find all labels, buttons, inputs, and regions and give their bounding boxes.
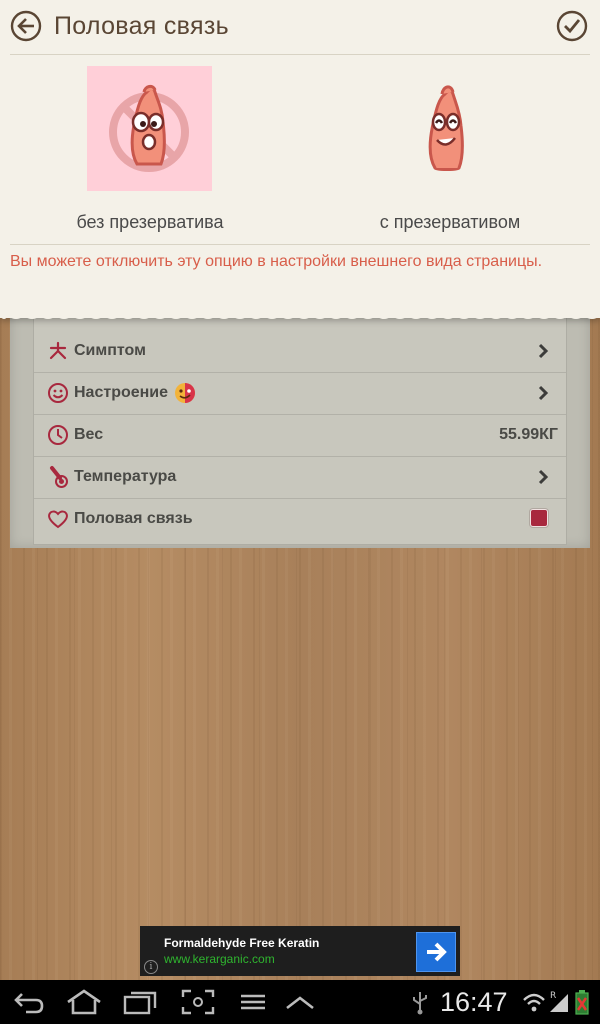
list-item-temperature[interactable]: Температура xyxy=(34,456,566,499)
system-bar: 16:47 R xyxy=(0,980,600,1024)
mood-emoji-icon xyxy=(174,382,196,404)
chevron-right-icon xyxy=(536,384,552,402)
page-title: Половая связь xyxy=(54,12,229,40)
chevron-right-icon xyxy=(536,468,552,486)
smiley-icon xyxy=(44,379,72,407)
header-divider xyxy=(10,54,590,55)
list-item-label: Половая связь xyxy=(74,510,193,527)
day-details-list: Симптом Настроение Вес 55.99КГ Температу… xyxy=(33,316,567,545)
clock-icon xyxy=(44,421,72,449)
screenshot-icon[interactable] xyxy=(180,988,216,1016)
list-item-symptom[interactable]: Симптом xyxy=(34,330,566,373)
menu-icon[interactable] xyxy=(238,988,268,1016)
intercourse-checkbox[interactable] xyxy=(530,509,548,527)
option-label: с презервативом xyxy=(379,212,521,232)
home-nav-icon[interactable] xyxy=(64,988,104,1016)
ad-arrow-button[interactable] xyxy=(416,932,456,972)
svg-text:R: R xyxy=(550,991,556,1001)
option-label: без презерватива xyxy=(76,212,224,232)
thermometer-icon xyxy=(44,463,72,491)
ad-url: www.kerarganic.com xyxy=(164,952,275,966)
list-item-label: Вес xyxy=(74,426,104,443)
list-item-label: Температура xyxy=(74,468,177,485)
wifi-icon xyxy=(522,988,546,1016)
condom-icon xyxy=(387,66,512,191)
back-nav-icon[interactable] xyxy=(12,988,46,1016)
list-item-weight[interactable]: Вес 55.99КГ xyxy=(34,414,566,457)
asterisk-icon xyxy=(44,337,72,365)
list-item-label: Симптом xyxy=(74,342,146,359)
heart-icon xyxy=(44,505,72,533)
options-divider xyxy=(10,244,590,245)
info-icon[interactable]: i xyxy=(144,960,158,974)
no-condom-icon xyxy=(87,66,212,191)
option-with-condom[interactable]: с презервативом xyxy=(310,66,590,236)
battery-icon xyxy=(574,988,590,1016)
signal-icon: R xyxy=(548,988,570,1016)
weight-value: 55.99КГ xyxy=(499,426,558,443)
chevron-up-icon[interactable] xyxy=(284,988,316,1016)
ad-banner[interactable]: Formaldehyde Free Keratin www.kerarganic… xyxy=(140,926,460,976)
check-icon xyxy=(556,10,588,42)
ad-title: Formaldehyde Free Keratin xyxy=(164,936,320,950)
recent-apps-icon[interactable] xyxy=(122,988,158,1016)
settings-notice: Вы можете отключить эту опцию в настройк… xyxy=(10,253,543,270)
popup-header: Половая связь xyxy=(0,0,600,54)
usb-icon xyxy=(410,988,430,1016)
back-arrow-icon xyxy=(10,10,42,42)
confirm-button[interactable] xyxy=(556,10,588,42)
back-button[interactable] xyxy=(10,10,42,42)
clock-time: 16:47 xyxy=(440,987,508,1017)
chevron-right-icon xyxy=(536,342,552,360)
list-item-label: Настроение xyxy=(74,384,169,401)
list-item-mood[interactable]: Настроение xyxy=(34,372,566,415)
intercourse-popup: Половая связь без презерватива с презерв… xyxy=(0,0,600,318)
popup-wavy-edge xyxy=(0,308,600,319)
list-item-intercourse[interactable]: Половая связь xyxy=(34,498,566,540)
option-without-condom[interactable]: без презерватива xyxy=(10,66,290,236)
arrow-right-icon xyxy=(427,942,447,962)
